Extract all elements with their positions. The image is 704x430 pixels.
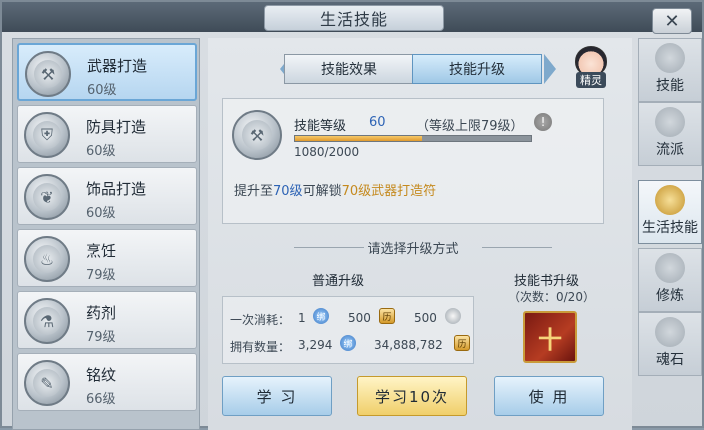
window-title: 生活技能 xyxy=(264,5,444,31)
accessory-craft-icon: ❦ xyxy=(24,174,70,220)
owned-item1-value: 3,294 xyxy=(298,338,333,352)
cost-item3-value: 500 xyxy=(414,311,437,325)
right-tab-label: 魂石 xyxy=(656,352,684,368)
skill-level: 79级 xyxy=(86,268,116,283)
skill-name: 武器打造 xyxy=(87,57,148,75)
skill-name: 药剂 xyxy=(86,304,117,322)
xp-progress-text: 1080/2000 xyxy=(294,145,360,159)
title-bar: 生活技能 ✕ xyxy=(2,2,702,34)
banner-icon xyxy=(655,107,685,137)
skill-item-inscription[interactable]: ✎ 铭纹 66级 xyxy=(17,353,197,411)
unlock-item: 70级武器打造符 xyxy=(341,184,437,199)
skill-level: 60级 xyxy=(87,83,117,98)
cost-label: 一次消耗： xyxy=(230,313,291,327)
life-skill-window: 生活技能 ✕ ⚒ 武器打造 60级 ⛨ 防具打造 60级 ❦ 饰品打造 60级 … xyxy=(0,0,704,430)
skill-item-armor-craft[interactable]: ⛨ 防具打造 60级 xyxy=(17,105,197,163)
right-tab-label: 修炼 xyxy=(656,288,684,304)
experience-coin-icon: 历 xyxy=(454,335,470,351)
right-tab-label: 流派 xyxy=(656,142,684,158)
weapon-craft-icon: ⚒ xyxy=(25,51,71,97)
potion-icon: ⚗ xyxy=(24,298,70,344)
skill-name: 防具打造 xyxy=(86,118,147,136)
owned-item2-value: 34,888,782 xyxy=(374,338,443,352)
skill-name: 烹饪 xyxy=(86,242,117,260)
skill-name: 饰品打造 xyxy=(86,180,147,198)
tab-life-skill[interactable]: 生活技能 xyxy=(638,180,702,244)
sprite-label: 精灵 xyxy=(576,72,606,88)
xp-progress-fill xyxy=(295,136,423,141)
bound-gem-icon: 绑 xyxy=(340,335,356,351)
fist-icon xyxy=(655,253,685,283)
silver-coin-icon xyxy=(445,308,461,324)
soul-stone-icon xyxy=(655,317,685,347)
tab-skill[interactable]: 技能 xyxy=(638,38,702,102)
inscription-icon: ✎ xyxy=(24,360,70,406)
cooking-icon: ♨ xyxy=(24,236,70,282)
book-upgrade-count: （次数：0/20） xyxy=(508,290,595,304)
use-button[interactable]: 使 用 xyxy=(494,376,604,416)
skill-list: ⚒ 武器打造 60级 ⛨ 防具打造 60级 ❦ 饰品打造 60级 ♨ 烹饪 79… xyxy=(12,38,200,430)
unlock-hint: 提升至70级可解锁70级武器打造符 xyxy=(234,180,436,199)
skill-item-potion[interactable]: ⚗ 药剂 79级 xyxy=(17,291,197,349)
divider-line-right xyxy=(482,247,552,248)
unlock-level: 70级 xyxy=(273,184,303,199)
unlock-prefix: 提升至 xyxy=(234,184,274,199)
skill-book-icon[interactable]: 十 xyxy=(523,311,577,363)
tab-skill-effect[interactable]: 技能效果 xyxy=(284,54,414,84)
tab-skill-upgrade[interactable]: 技能升级 xyxy=(412,54,542,84)
tab-cultivation[interactable]: 修炼 xyxy=(638,248,702,312)
skill-item-accessory-craft[interactable]: ❦ 饰品打造 60级 xyxy=(17,167,197,225)
right-nav: 技能 流派 生活技能 修炼 魂石 xyxy=(638,38,702,430)
skill-level: 60级 xyxy=(86,144,116,159)
skill-level: 66级 xyxy=(86,392,116,407)
info-icon[interactable]: ! xyxy=(534,113,552,131)
skill-level-value: 60 xyxy=(369,115,386,130)
learn-button[interactable]: 学 习 xyxy=(222,376,332,416)
learn-10-button[interactable]: 学习10次 xyxy=(357,376,467,416)
skill-item-cooking[interactable]: ♨ 烹饪 79级 xyxy=(17,229,197,287)
tab-soul-stone[interactable]: 魂石 xyxy=(638,312,702,376)
skill-level: 79级 xyxy=(86,330,116,345)
right-tab-label: 生活技能 xyxy=(642,220,698,236)
scroll-icon xyxy=(655,43,685,73)
armor-craft-icon: ⛨ xyxy=(24,112,70,158)
close-button[interactable]: ✕ xyxy=(652,8,692,34)
sprite-helper-button[interactable]: 精灵 xyxy=(570,46,612,90)
tab-school[interactable]: 流派 xyxy=(638,102,702,166)
owned-label: 拥有数量： xyxy=(230,340,291,354)
skill-level-cap: （等级上限79级） xyxy=(416,119,524,134)
skill-item-weapon-craft[interactable]: ⚒ 武器打造 60级 xyxy=(17,43,197,101)
skill-level-label: 技能等级 xyxy=(294,119,347,134)
tab-right-arrow-icon xyxy=(544,54,556,84)
xp-progress-bar xyxy=(294,135,532,142)
bound-gem-icon: 绑 xyxy=(313,308,329,324)
normal-upgrade-title: 普通升级 xyxy=(312,274,365,289)
craft-tools-icon xyxy=(655,185,685,215)
skill-level: 60级 xyxy=(86,206,116,221)
main-panel xyxy=(208,38,632,430)
cost-item1-value: 1 xyxy=(298,311,306,325)
cost-item2-value: 500 xyxy=(348,311,371,325)
skill-name: 铭纹 xyxy=(86,366,117,384)
book-upgrade-title: 技能书升级 xyxy=(514,274,580,289)
weapon-craft-icon: ⚒ xyxy=(232,110,282,160)
right-tab-label: 技能 xyxy=(656,78,684,94)
unlock-middle: 可解锁 xyxy=(302,184,342,199)
experience-coin-icon: 历 xyxy=(379,308,395,324)
